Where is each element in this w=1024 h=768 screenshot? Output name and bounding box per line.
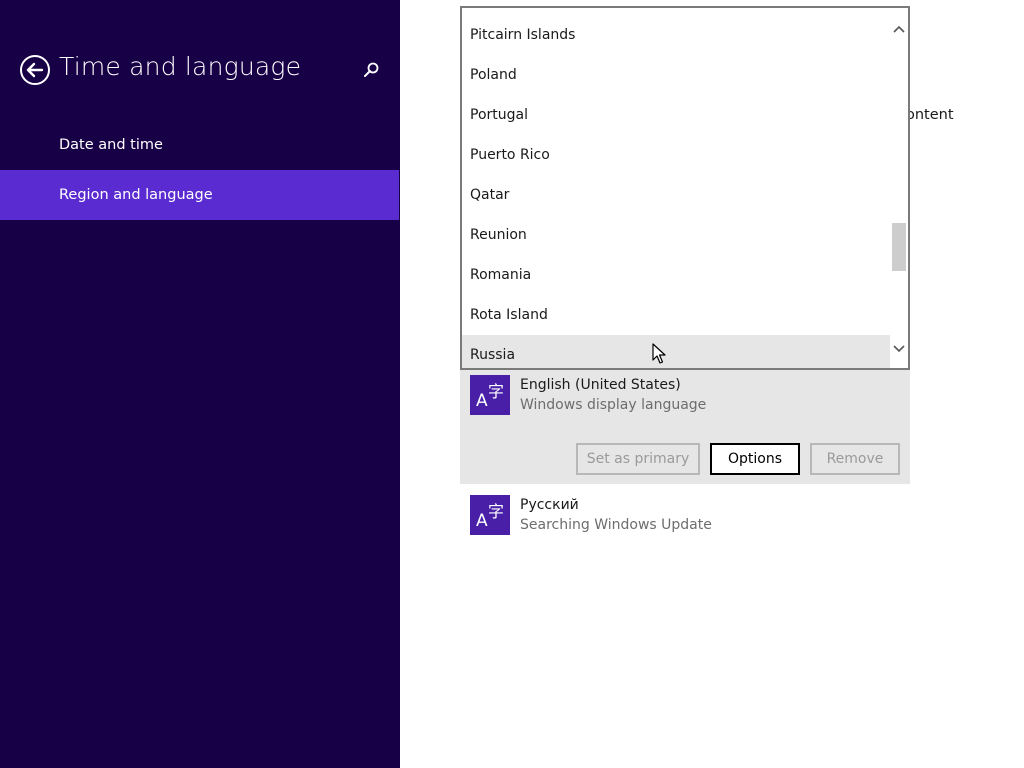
nav-item-region-and-language[interactable]: Region and language xyxy=(0,170,399,220)
options-button[interactable]: Options xyxy=(710,443,800,475)
scroll-down-button[interactable] xyxy=(892,340,906,354)
dropdown-item[interactable]: Puerto Rico xyxy=(462,135,892,175)
scroll-up-button[interactable] xyxy=(892,22,906,36)
dropdown-item[interactable]: Romania xyxy=(462,255,892,295)
scroll-thumb[interactable] xyxy=(892,223,906,271)
svg-text:A: A xyxy=(476,511,488,531)
language-name: Русский xyxy=(520,497,579,513)
settings-window: Time and language Date and time Region a… xyxy=(0,0,1024,768)
dropdown-item[interactable]: Portugal xyxy=(462,95,892,135)
dropdown-item[interactable]: Rota Island xyxy=(462,295,892,335)
language-status: Searching Windows Update xyxy=(520,517,712,533)
back-button[interactable] xyxy=(19,54,51,86)
language-tile: A 字 xyxy=(470,375,510,415)
dropdown-item[interactable]: Reunion xyxy=(462,215,892,255)
set-as-primary-button[interactable]: Set as primary xyxy=(576,443,700,475)
svg-text:A: A xyxy=(476,391,488,411)
language-icon: A 字 xyxy=(476,382,504,411)
nav-item-label: Region and language xyxy=(59,187,213,203)
navigation-pane: Time and language Date and time Region a… xyxy=(0,0,400,768)
dropdown-scrollbar[interactable] xyxy=(890,8,908,368)
svg-text:字: 字 xyxy=(488,502,504,521)
search-button[interactable] xyxy=(360,60,382,82)
language-name: English (United States) xyxy=(520,377,681,393)
remove-button[interactable]: Remove xyxy=(810,443,900,475)
language-tile: A 字 xyxy=(470,495,510,535)
nav-item-date-and-time[interactable]: Date and time xyxy=(0,120,399,170)
language-item-english[interactable]: A 字 English (United States) Windows disp… xyxy=(460,369,910,484)
nav-item-label: Date and time xyxy=(59,137,163,153)
search-icon xyxy=(364,62,379,77)
svg-text:字: 字 xyxy=(488,382,504,401)
partially-hidden-text: ontent xyxy=(906,107,954,123)
dropdown-item[interactable]: Qatar xyxy=(462,175,892,215)
country-dropdown-list[interactable]: Pitcairn Islands Poland Portugal Puerto … xyxy=(460,6,910,370)
language-icon: A 字 xyxy=(476,502,504,531)
dropdown-item[interactable]: Poland xyxy=(462,55,892,95)
pane-title: Time and language xyxy=(59,52,302,81)
dropdown-item-hovered[interactable]: Russia xyxy=(462,335,892,368)
chevron-down-icon xyxy=(893,345,905,353)
dropdown-item[interactable]: Pitcairn Islands xyxy=(462,15,892,55)
language-status: Windows display language xyxy=(520,397,707,413)
chevron-up-icon xyxy=(893,25,905,33)
back-arrow-icon xyxy=(20,55,50,85)
language-item-russian[interactable]: A 字 Русский Searching Windows Update xyxy=(460,490,910,542)
